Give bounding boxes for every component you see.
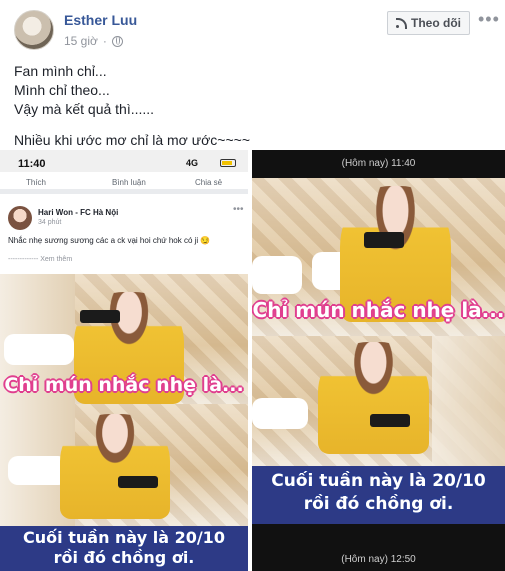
chat-caption-mid: Chỉ mún nhắc nhẹ là... (252, 298, 505, 322)
embedded-photo-bottom (0, 404, 248, 526)
photo-right[interactable]: (Hôm nay) 11:40 Chỉ mún nhắc nhẹ là... C… (252, 150, 505, 571)
post-line: Vậy mà kết quả thì...... (14, 101, 155, 117)
embedded-avatar (8, 206, 32, 230)
rss-icon (396, 18, 407, 29)
post-line: Mình chỉ theo... (14, 82, 110, 98)
caption-bottom-line-1: Cuối tuần này là 20/10 (23, 528, 225, 547)
timestamp-bottom: (Hôm nay) 12:50 (341, 554, 416, 565)
embedded-text: Nhắc nhẹ sương sương các a ck vại hoi ch… (8, 236, 211, 245)
status-signal: 4G (186, 158, 199, 168)
post-line: Fan mình chỉ... (14, 63, 107, 79)
embedded-time: 34 phút (38, 219, 62, 226)
author-avatar[interactable] (14, 10, 54, 50)
embedded-see-more: ------------- Xem thêm (8, 256, 73, 263)
follow-button[interactable]: Theo dõi (387, 11, 470, 35)
embedded-post: Hari Won - FC Hà Nội 34 phút ••• Nhắc nh… (0, 198, 248, 273)
follow-label: Theo dõi (411, 16, 461, 30)
share-action: Chia sẻ (195, 178, 223, 187)
post-time[interactable]: 15 giờ (64, 34, 98, 48)
comment-action: Bình luận (112, 178, 146, 187)
timestamp-top: (Hôm nay) 11:40 (341, 158, 416, 169)
caption-bottom-line-2: rồi đó chồng ơi. (53, 548, 195, 567)
post-text: Fan mình chỉ... Mình chỉ theo... Vậy mà … (14, 62, 250, 150)
post-line: Nhiều khi ước mơ chỉ là mơ ước~~~~ (14, 132, 250, 148)
chat-caption-line-2: rồi đó chồng ơi. (303, 494, 454, 514)
phone-status-bar: 11:40 4G (0, 150, 248, 172)
chat-photo-bottom (252, 336, 505, 466)
caption-bottom: Cuối tuần này là 20/10 rồi đó chồng ơi. (0, 526, 248, 571)
status-time: 11:40 (18, 158, 46, 170)
chat-caption-bottom: Cuối tuần này là 20/10 rồi đó chồng ơi. (252, 466, 505, 524)
battery-icon (220, 159, 236, 167)
embedded-author: Hari Won - FC Hà Nội (38, 208, 119, 217)
globe-icon (111, 35, 123, 47)
like-action: Thích (26, 178, 47, 187)
post-meta: 15 giờ · (64, 34, 123, 48)
photo-left[interactable]: 11:40 4G Thích Bình luận Chia sẻ Hari Wo… (0, 150, 250, 571)
embedded-more-icon: ••• (233, 204, 244, 215)
action-bar: Thích Bình luận Chia sẻ (0, 172, 248, 194)
more-icon[interactable]: ••• (478, 10, 500, 28)
chat-caption-line-1: Cuối tuần này là 20/10 (271, 471, 486, 491)
author-name[interactable]: Esther Luu (64, 12, 137, 28)
caption-top: Chỉ mún nhắc nhẹ là... (4, 374, 244, 396)
